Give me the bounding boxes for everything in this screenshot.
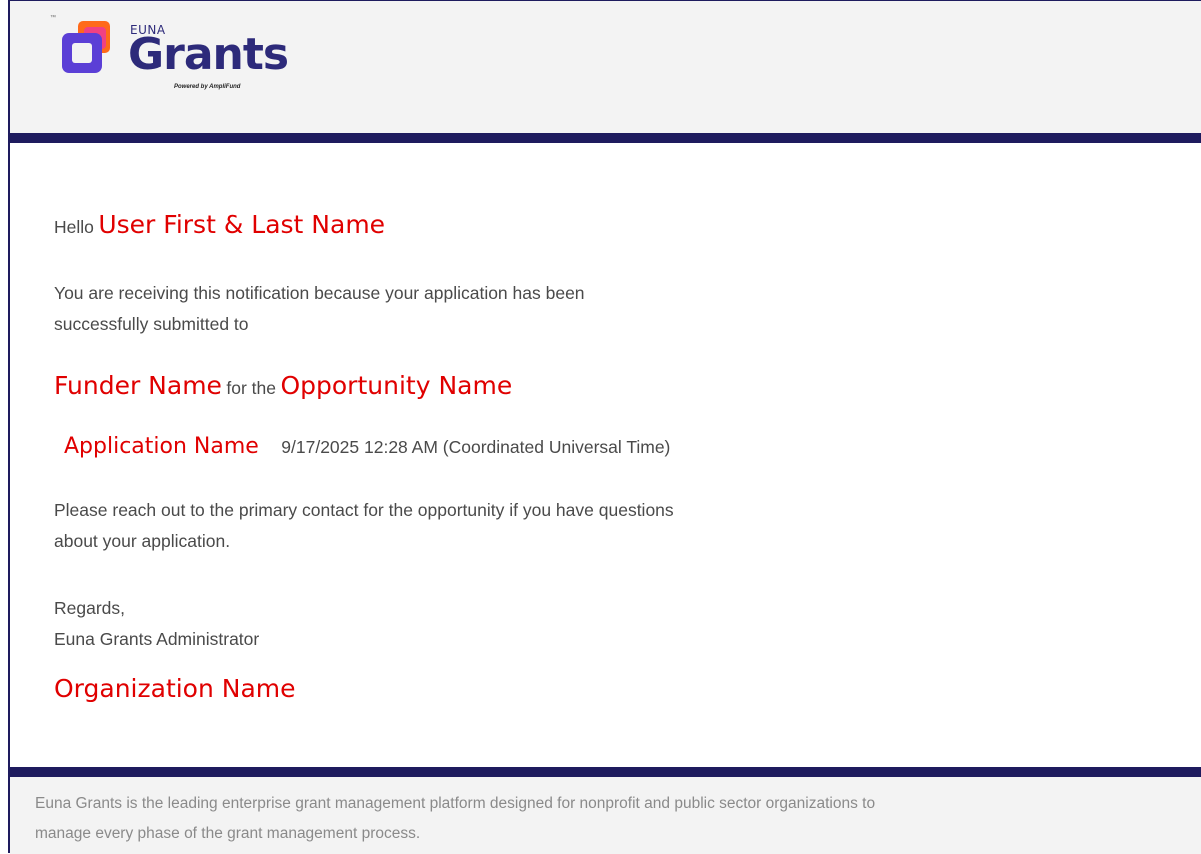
opportunity-name-placeholder: Opportunity Name <box>280 371 513 400</box>
email-footer: Euna Grants is the leading enterprise gr… <box>10 777 1201 854</box>
trademark-mark: ™ <box>50 15 56 21</box>
application-line: Application Name 9/17/2025 12:28 AM (Coo… <box>64 434 670 459</box>
funder-opportunity-line: Funder Name for the Opportunity Name <box>54 371 512 400</box>
signature-block: Regards, Euna Grants Administrator <box>54 593 259 655</box>
application-name-placeholder: Application Name <box>64 434 259 459</box>
header-divider <box>10 133 1201 143</box>
submitted-timestamp: 9/17/2025 12:28 AM (Coordinated Universa… <box>281 437 671 457</box>
contact-paragraph: Please reach out to the primary contact … <box>54 495 674 557</box>
notice-paragraph: You are receiving this notification beca… <box>54 278 585 340</box>
euna-logo-icon <box>62 21 110 73</box>
funder-name-placeholder: Funder Name <box>54 371 222 400</box>
contact-line-2: about your application. <box>54 531 231 551</box>
regards-text: Regards, <box>54 598 126 618</box>
euna-grants-logo: ™ EUNA Grants Powered by AmpliFund <box>50 15 310 95</box>
greeting-line: Hello User First & Last Name <box>54 210 385 239</box>
footer-description: Euna Grants is the leading enterprise gr… <box>35 789 1135 849</box>
powered-by-text: Powered by AmpliFund <box>174 84 241 90</box>
for-the-text: for the <box>226 378 277 398</box>
email-header: ™ EUNA Grants Powered by AmpliFund <box>10 1 1201 133</box>
footer-line-1: Euna Grants is the leading enterprise gr… <box>35 795 876 812</box>
contact-line-1: Please reach out to the primary contact … <box>54 500 674 520</box>
organization-name-placeholder: Organization Name <box>54 674 296 703</box>
grants-wordmark: Grants <box>128 29 289 80</box>
user-name-placeholder: User First & Last Name <box>98 210 386 239</box>
email-frame: ™ EUNA Grants Powered by AmpliFund Hello… <box>8 0 1201 854</box>
organization-line: Organization Name <box>54 674 296 703</box>
greeting-text: Hello <box>54 217 94 237</box>
notice-line-1: You are receiving this notification beca… <box>54 283 585 303</box>
signature-text: Euna Grants Administrator <box>54 629 260 649</box>
footer-divider <box>10 767 1201 777</box>
footer-line-2: manage every phase of the grant manageme… <box>35 825 421 842</box>
notice-line-2: successfully submitted to <box>54 314 249 334</box>
